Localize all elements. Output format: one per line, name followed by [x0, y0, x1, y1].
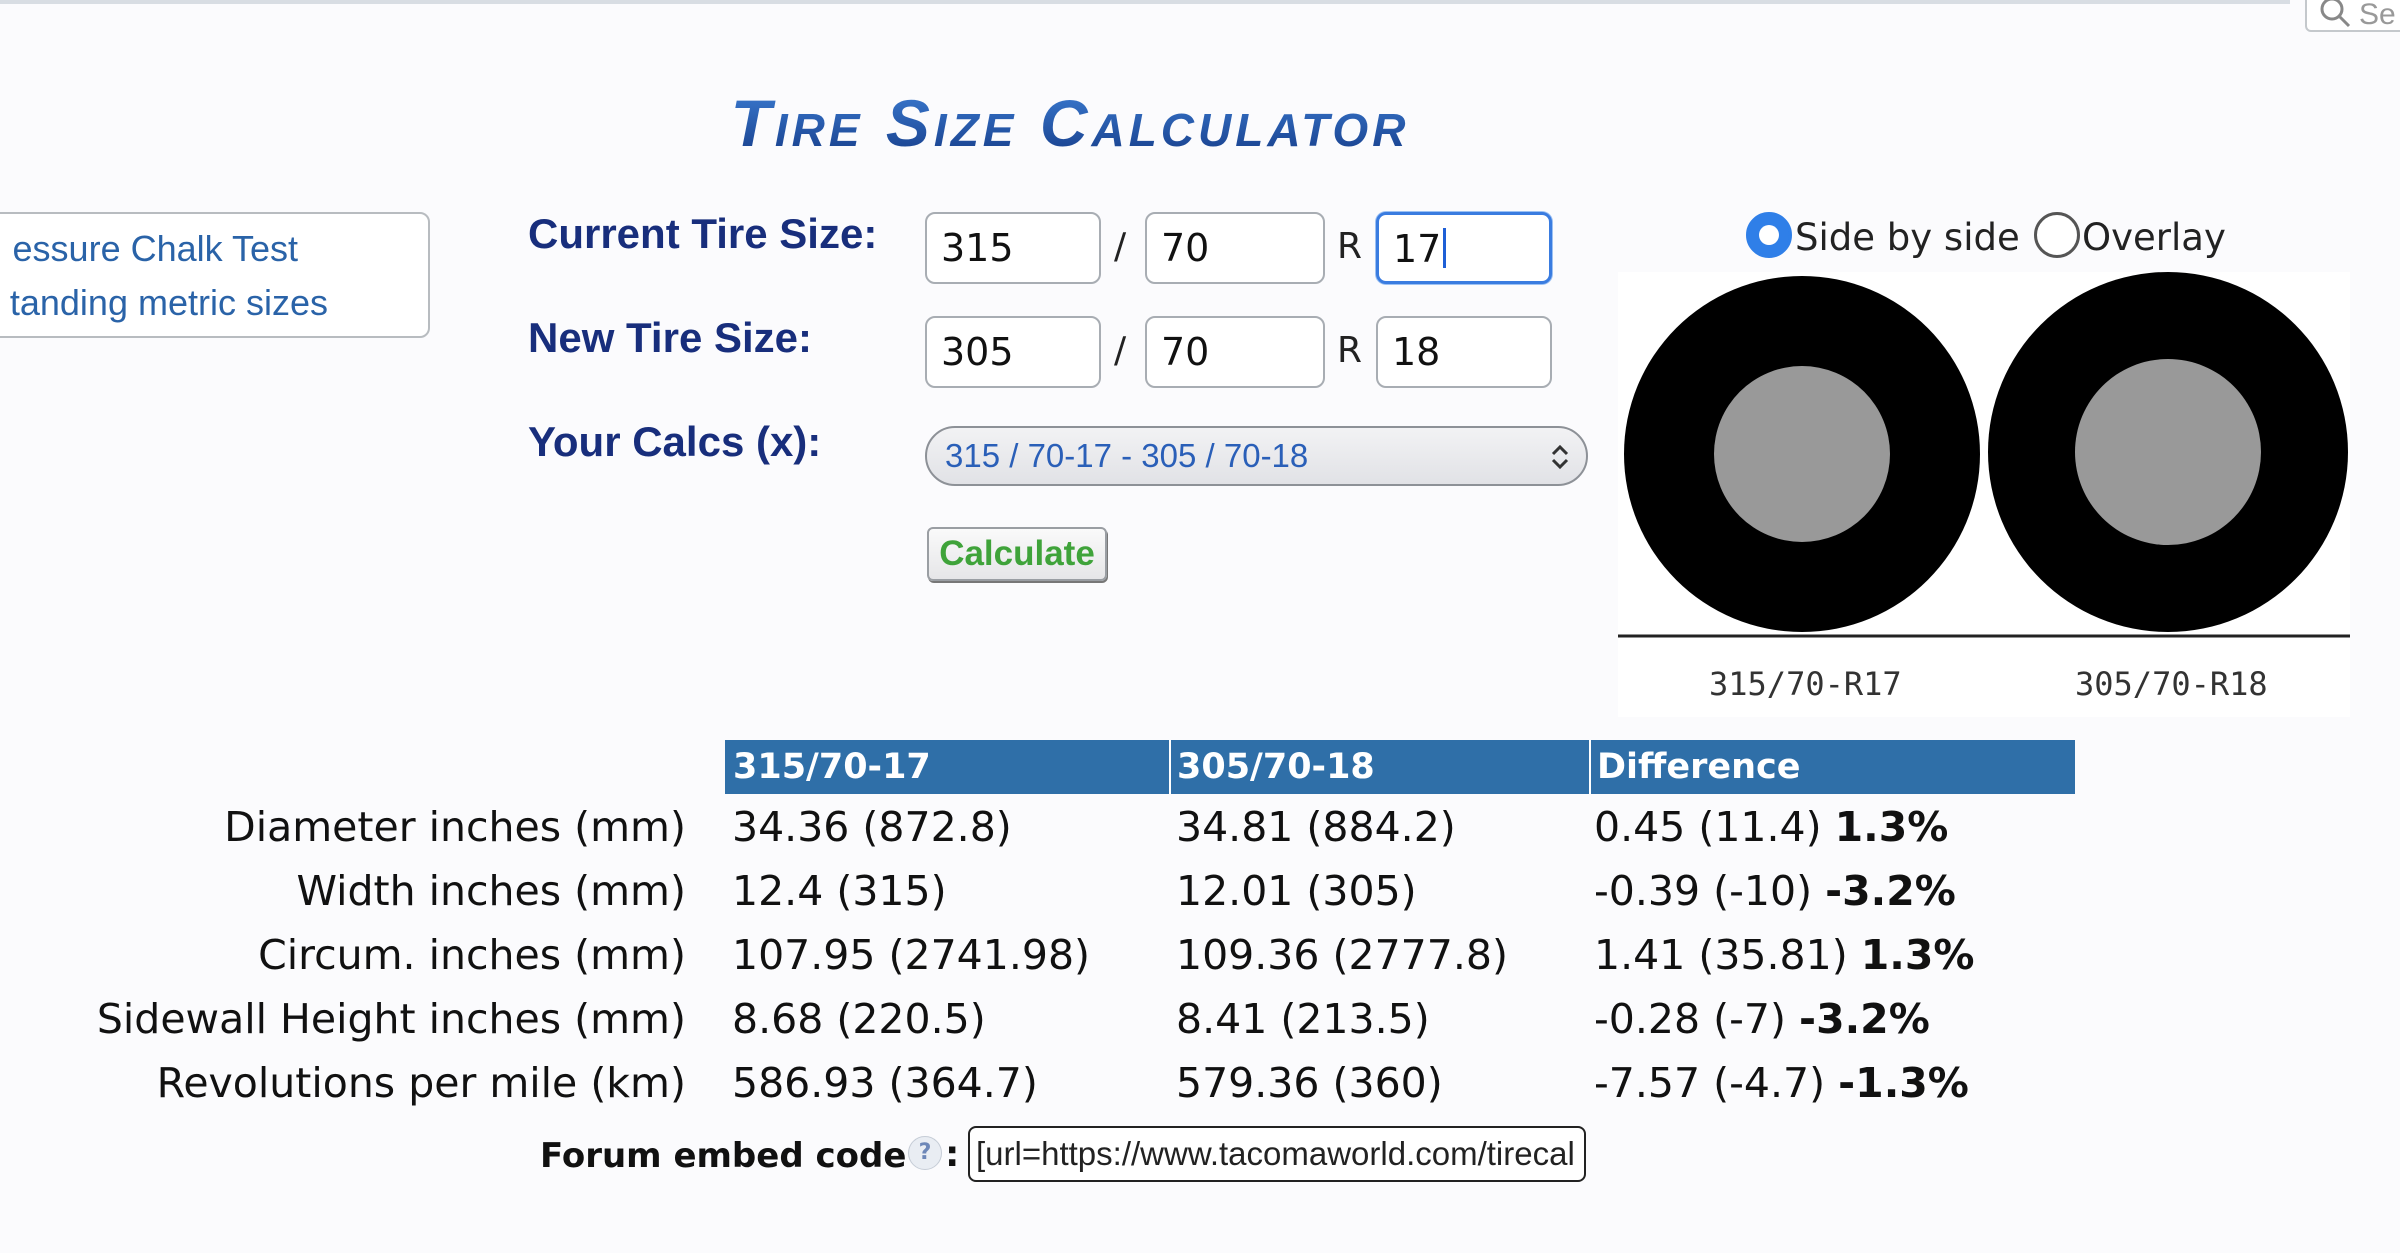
difference-value: 1.41 (35.81) 1.3% [1594, 931, 1974, 979]
row-label: Sidewall Height inches (mm) [96, 995, 686, 1043]
current-tire-size-label: Current Tire Size: [528, 210, 878, 257]
calcs-selected-value: 315 / 70-17 - 305 / 70-18 [945, 437, 1309, 474]
tire-2-rim [2075, 359, 2261, 545]
link-understanding-metric-sizes[interactable]: tanding metric sizes [10, 282, 328, 324]
diff-percent: -3.2% [1799, 995, 1930, 1043]
your-calcs-label: Your Calcs (x): [528, 418, 822, 465]
top-divider [0, 0, 2290, 4]
difference-value: -0.39 (-10) -3.2% [1594, 867, 1956, 915]
calculate-button[interactable]: Calculate [927, 527, 1107, 581]
forum-embed-code-field[interactable]: [url=https://www.tacomaworld.com/tirecal [968, 1126, 1586, 1182]
forum-embed-label: Forum embed code [540, 1136, 907, 1176]
diff-amount: -7.57 (-4.7) [1594, 1059, 1826, 1107]
rim-separator: R [1337, 330, 1363, 371]
new-width-value: 305 [941, 330, 1014, 374]
row-label: Revolutions per mile (km) [156, 1059, 686, 1107]
tire-1-rim [1714, 366, 1890, 542]
current-value: 8.68 (220.5) [732, 995, 986, 1043]
tire-comparison-diagram: 315/70-R17 305/70-R18 [1618, 272, 2350, 717]
new-tire-size-label: New Tire Size: [528, 314, 812, 361]
current-ratio-value: 70 [1161, 226, 1210, 270]
chevron-up-down-icon [1551, 444, 1569, 470]
rim-separator: R [1337, 226, 1363, 267]
new-value: 12.01 (305) [1176, 867, 1417, 915]
current-value: 34.36 (872.8) [732, 803, 1012, 851]
diff-amount: 1.41 (35.81) [1594, 931, 1848, 979]
row-label: Width inches (mm) [296, 867, 686, 915]
search-input[interactable]: Se [2305, 0, 2400, 32]
current-value: 12.4 (315) [732, 867, 947, 915]
current-value: 586.93 (364.7) [732, 1059, 1038, 1107]
page-title: Tire Size Calculator [640, 88, 1500, 158]
row-label: Diameter inches (mm) [224, 803, 686, 851]
current-width-value: 315 [941, 226, 1014, 270]
current-rim-field[interactable]: 17 [1376, 212, 1552, 284]
diff-amount: 0.45 (11.4) [1594, 803, 1822, 851]
current-value: 107.95 (2741.98) [732, 931, 1091, 979]
difference-value: 0.45 (11.4) 1.3% [1594, 803, 1948, 851]
diff-percent: 1.3% [1860, 931, 1975, 979]
diff-amount: -0.28 (-7) [1594, 995, 1786, 1043]
difference-value: -7.57 (-4.7) -1.3% [1594, 1059, 1969, 1107]
text-cursor [1443, 228, 1447, 268]
new-value: 109.36 (2777.8) [1176, 931, 1508, 979]
side-by-side-radio[interactable] [1746, 212, 1792, 258]
new-ratio-value: 70 [1161, 330, 1210, 374]
diff-percent: 1.3% [1834, 803, 1949, 851]
current-rim-value: 17 [1393, 227, 1442, 271]
embed-colon: : [945, 1134, 960, 1175]
overlay-radio[interactable] [2034, 212, 2080, 258]
new-value: 8.41 (213.5) [1176, 995, 1430, 1043]
difference-value: -0.28 (-7) -3.2% [1594, 995, 1930, 1043]
diff-percent: -3.2% [1825, 867, 1956, 915]
slash-separator: / [1114, 330, 1127, 371]
new-rim-field[interactable]: 18 [1376, 316, 1552, 388]
new-ratio-field[interactable]: 70 [1145, 316, 1325, 388]
tire-1-caption: 315/70-R17 [1709, 665, 1902, 703]
tire-2-caption: 305/70-R18 [2075, 665, 2268, 703]
current-width-field[interactable]: 315 [925, 212, 1101, 284]
overlay-label[interactable]: Overlay [2082, 216, 2226, 259]
help-icon[interactable]: ? [908, 1136, 942, 1170]
new-width-field[interactable]: 305 [925, 316, 1101, 388]
column-header-current: 315/70-17 [725, 740, 1169, 794]
your-calcs-select[interactable]: 315 / 70-17 - 305 / 70-18 [925, 426, 1588, 486]
search-icon [2320, 0, 2351, 28]
related-links-box: essure Chalk Test tanding metric sizes [0, 212, 430, 338]
header-divider [1589, 740, 1591, 794]
search-placeholder: Se [2359, 0, 2396, 31]
column-header-new: 305/70-18 [1169, 740, 1589, 794]
side-by-side-label[interactable]: Side by side [1795, 216, 2020, 259]
slash-separator: / [1114, 226, 1127, 267]
current-ratio-field[interactable]: 70 [1145, 212, 1325, 284]
new-value: 579.36 (360) [1176, 1059, 1443, 1107]
link-pressure-chalk-test[interactable]: essure Chalk Test [13, 228, 298, 270]
row-label: Circum. inches (mm) [258, 931, 686, 979]
new-rim-value: 18 [1392, 330, 1441, 374]
header-divider [1169, 740, 1171, 794]
column-header-difference: Difference [1589, 740, 2075, 794]
diff-percent: -1.3% [1838, 1059, 1969, 1107]
new-value: 34.81 (884.2) [1176, 803, 1456, 851]
diff-amount: -0.39 (-10) [1594, 867, 1813, 915]
